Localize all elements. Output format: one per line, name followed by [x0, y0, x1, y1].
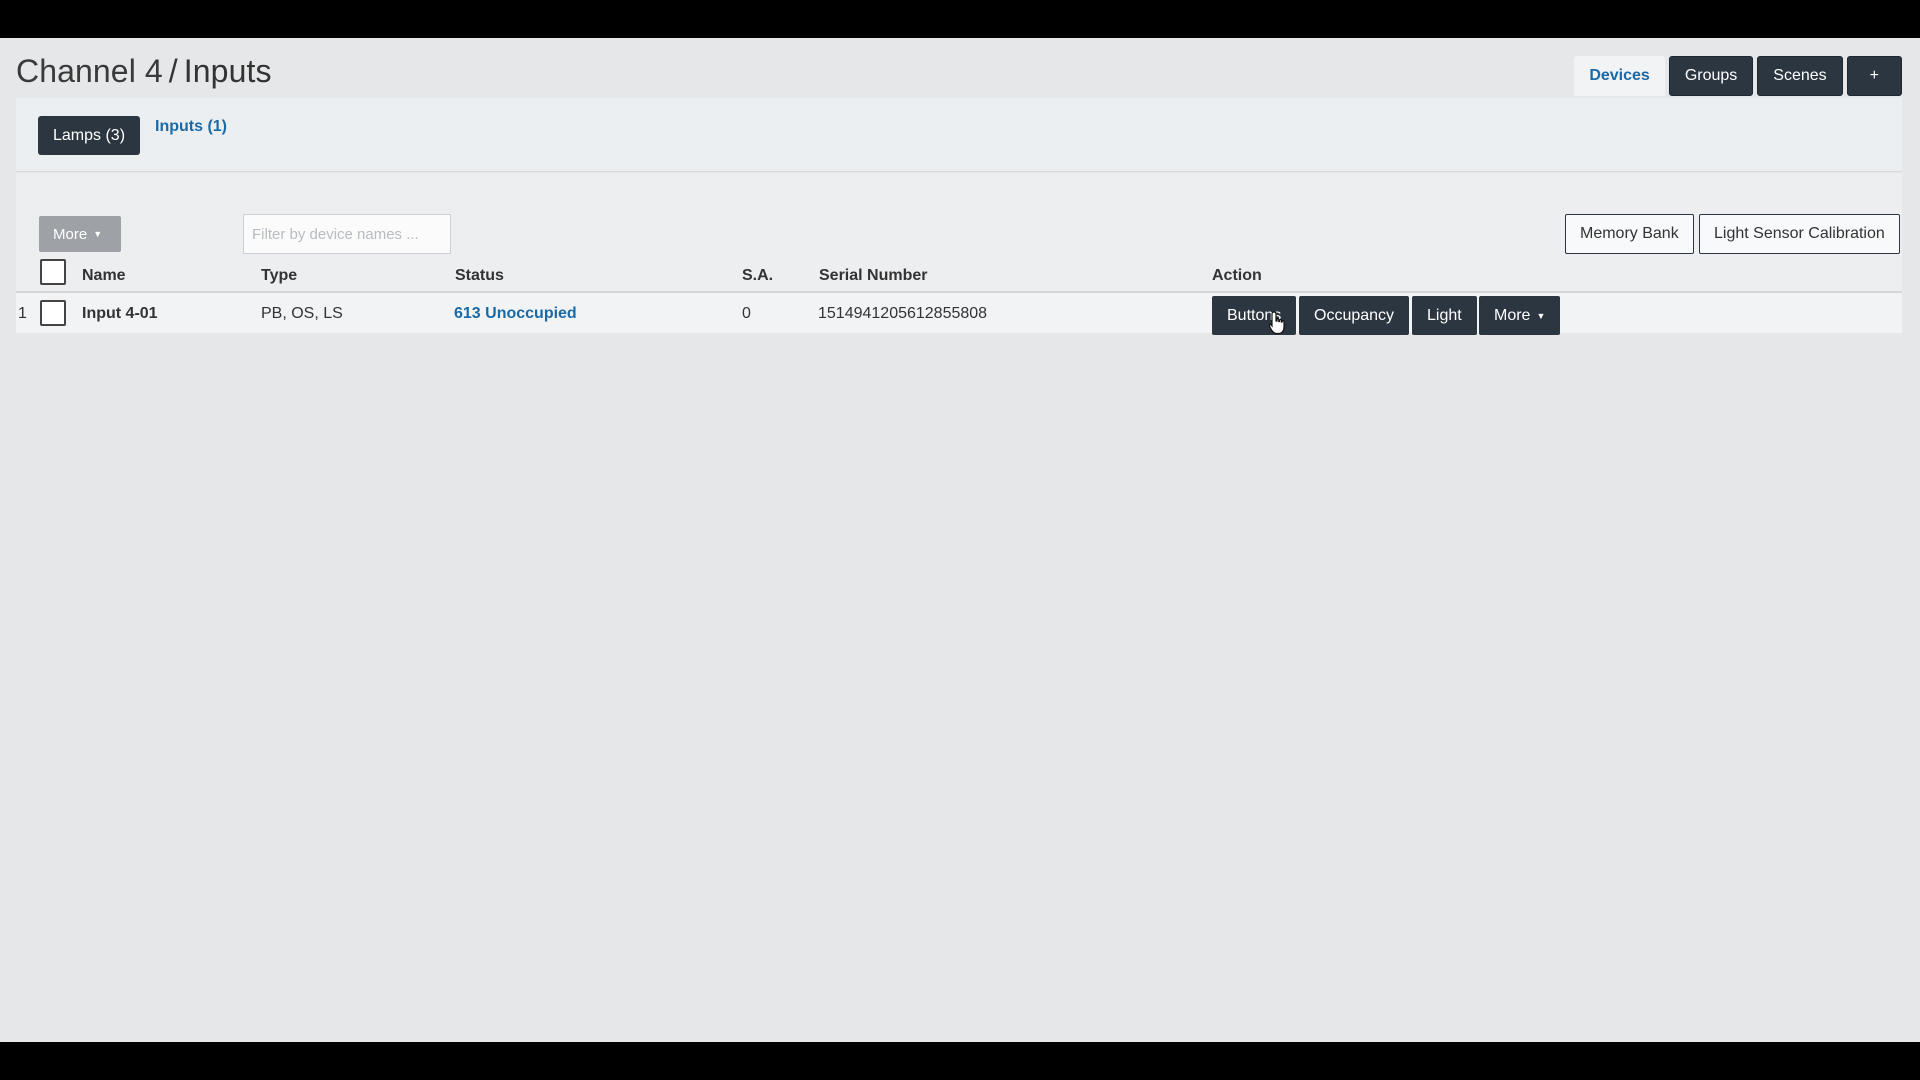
row-sa: 0 [742, 305, 751, 322]
row-type: PB, OS, LS [261, 305, 343, 322]
letterbox-top [0, 0, 1920, 38]
table-row: 1 Input 4-01 PB, OS, LS 613 Unoccupied 0… [16, 293, 1902, 335]
column-header-type[interactable]: Type [261, 267, 297, 285]
page-title: Channel 4/Inputs [16, 53, 272, 90]
app-window: Channel 4/Inputs Devices Groups Scenes +… [0, 38, 1920, 1042]
chevron-down-icon: ▼ [93, 229, 103, 239]
light-sensor-calibration-button[interactable]: Light Sensor Calibration [1699, 214, 1900, 254]
table-header: Name Type Status S.A. Serial Number Acti… [16, 257, 1902, 293]
light-action-button[interactable]: Light [1412, 296, 1477, 335]
row-select-checkbox[interactable] [40, 300, 66, 326]
occupancy-action-button[interactable]: Occupancy [1299, 296, 1410, 335]
column-header-name[interactable]: Name [82, 267, 126, 285]
breadcrumb-separator: / [168, 53, 178, 89]
device-filter-input[interactable] [243, 214, 451, 254]
row-serial-number: 1514941205612855808 [818, 305, 988, 322]
row-more-label: More [1494, 306, 1531, 324]
mouse-pointer-icon [1268, 311, 1285, 335]
row-status-link[interactable]: 613 Unoccupied [454, 305, 577, 323]
row-index: 1 [18, 305, 27, 322]
select-all-checkbox[interactable] [40, 259, 66, 285]
breadcrumb-current: Inputs [183, 53, 272, 89]
top-nav: Devices Groups Scenes + [1574, 56, 1902, 96]
column-header-action: Action [1212, 267, 1262, 284]
column-header-status[interactable]: Status [455, 267, 504, 285]
letterbox-bottom [0, 1042, 1920, 1080]
column-header-serial-number[interactable]: Serial Number [819, 267, 927, 285]
bulk-more-label: More [53, 225, 88, 243]
nav-add-button[interactable]: + [1846, 56, 1902, 96]
row-name: Input 4-01 [82, 305, 158, 322]
row-more-button[interactable]: More ▼ [1479, 296, 1561, 335]
nav-devices-tab[interactable]: Devices [1574, 56, 1665, 96]
nav-scenes-button[interactable]: Scenes [1757, 56, 1843, 96]
breadcrumb-parent[interactable]: Channel 4 [16, 53, 163, 89]
bulk-more-button[interactable]: More ▼ [39, 216, 121, 252]
nav-groups-button[interactable]: Groups [1668, 56, 1754, 96]
tab-inputs[interactable]: Inputs (1) [155, 118, 227, 136]
tab-lamps[interactable]: Lamps (3) [38, 116, 141, 155]
column-header-sa[interactable]: S.A. [742, 267, 773, 285]
memory-bank-button[interactable]: Memory Bank [1565, 214, 1694, 254]
chevron-down-icon: ▼ [1536, 310, 1546, 321]
device-table-panel: More ▼ Memory Bank Light Sensor Calibrat… [16, 173, 1902, 335]
device-type-tabs: Lamps (3) Inputs (1) [16, 98, 1902, 172]
